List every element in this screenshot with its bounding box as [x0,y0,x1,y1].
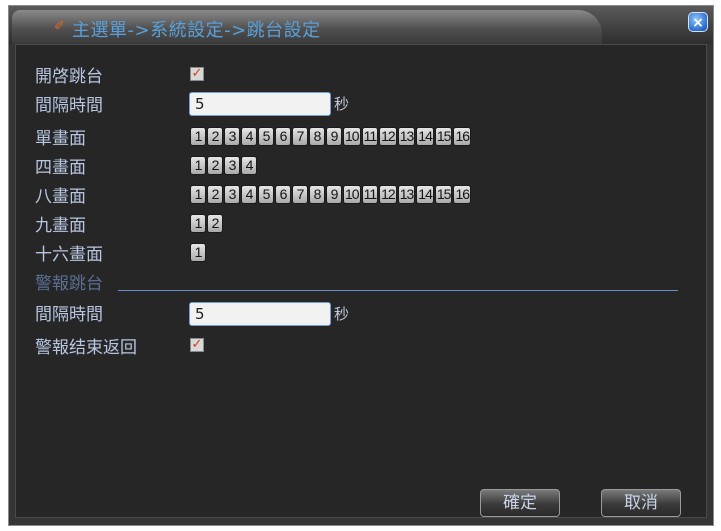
alarm-interval-label: 間隔時間 [35,305,103,325]
channel-button-5[interactable]: 5 [258,127,274,146]
channel-row-sixteen: 1 [190,243,206,262]
channel-button-2[interactable]: 2 [207,127,223,146]
channel-button-8[interactable]: 8 [309,185,325,204]
channel-button-1[interactable]: 1 [190,127,206,146]
channel-button-5[interactable]: 5 [258,185,274,204]
interval-input[interactable]: 5 [189,92,331,116]
settings-panel: 開啓跳台 ✓ 間隔時間 5 秒 單畫面 1 2 3 4 5 6 7 8 9 10 11 12 13 14 1… [15,44,707,518]
channel-button-1[interactable]: 1 [190,214,206,233]
channel-button-11[interactable]: 11 [361,185,379,204]
cancel-button[interactable]: 取消 [601,489,681,517]
title-bar: ✐ 主選單->系統設定->跳台設定 × [9,6,713,44]
channel-row-eight: 1 2 3 4 5 6 7 8 9 10 11 12 13 14 15 16 [190,185,472,204]
channel-row-nine: 12 [190,214,223,233]
channel-button-1[interactable]: 1 [190,243,206,262]
channel-button-15[interactable]: 15 [434,127,453,146]
layout-label-single: 單畫面 [35,129,86,149]
channel-button-4[interactable]: 4 [241,185,257,204]
title-tab: ✐ 主選單->系統設定->跳台設定 [12,10,602,44]
layout-label-sixteen: 十六畫面 [35,245,103,265]
channel-button-2[interactable]: 2 [207,214,223,233]
channel-row-quad: 1234 [190,156,257,175]
channel-button-14[interactable]: 14 [416,127,434,146]
channel-button-6[interactable]: 6 [275,185,291,204]
layout-label-quad: 四畫面 [35,158,86,178]
section-divider [118,290,678,291]
channel-button-6[interactable]: 6 [275,127,291,146]
channel-button-16[interactable]: 16 [453,127,472,146]
channel-button-3[interactable]: 3 [224,185,240,204]
channel-button-2[interactable]: 2 [207,156,223,175]
enable-sequence-checkbox[interactable]: ✓ [190,67,204,81]
alarm-interval-unit: 秒 [334,305,350,323]
checkmark-icon: ✓ [191,337,203,352]
channel-button-10[interactable]: 10 [343,185,361,204]
channel-button-13[interactable]: 13 [397,185,416,204]
layout-label-eight: 八畫面 [35,187,86,207]
channel-button-9[interactable]: 9 [326,185,342,204]
channel-button-12[interactable]: 12 [379,127,397,146]
sequence-settings-dialog: ✐ 主選單->系統設定->跳台設定 × 開啓跳台 ✓ 間隔時間 5 秒 單畫面 … [8,5,714,526]
channel-button-2[interactable]: 2 [207,185,223,204]
alarm-return-label: 警報结束返回 [35,338,137,358]
channel-button-10[interactable]: 10 [343,127,361,146]
channel-button-4[interactable]: 4 [241,127,257,146]
alarm-section-label: 警報跳台 [35,274,103,294]
channel-button-8[interactable]: 8 [309,127,325,146]
ok-button[interactable]: 確定 [480,489,560,517]
channel-row-single: 1 2 3 4 5 6 7 8 9 10 11 12 13 14 15 16 [190,127,472,146]
channel-button-1[interactable]: 1 [190,156,206,175]
pencil-icon: ✐ [54,19,65,34]
close-button[interactable]: × [688,12,708,32]
channel-button-9[interactable]: 9 [326,127,342,146]
channel-button-15[interactable]: 15 [434,185,453,204]
checkmark-icon: ✓ [191,66,203,81]
channel-button-3[interactable]: 3 [224,156,240,175]
channel-button-3[interactable]: 3 [224,127,240,146]
channel-button-16[interactable]: 16 [453,185,472,204]
interval-label: 間隔時間 [35,96,103,116]
channel-button-14[interactable]: 14 [416,185,434,204]
channel-button-7[interactable]: 7 [292,127,308,146]
layout-label-nine: 九畫面 [35,216,86,236]
breadcrumb-title: 主選單->系統設定->跳台設定 [72,20,321,41]
enable-sequence-label: 開啓跳台 [35,67,103,87]
alarm-return-checkbox[interactable]: ✓ [190,338,204,352]
channel-button-7[interactable]: 7 [292,185,308,204]
alarm-interval-input[interactable]: 5 [189,302,331,326]
channel-button-4[interactable]: 4 [241,156,257,175]
channel-button-12[interactable]: 12 [379,185,397,204]
channel-button-1[interactable]: 1 [190,185,206,204]
interval-unit: 秒 [334,95,350,113]
channel-button-13[interactable]: 13 [397,127,416,146]
channel-button-11[interactable]: 11 [361,127,379,146]
